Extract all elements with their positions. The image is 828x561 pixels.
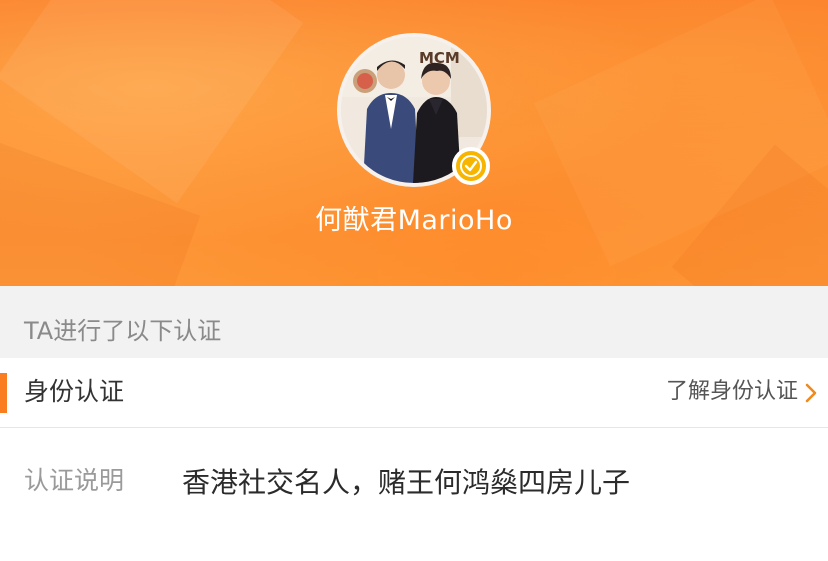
description-label: 认证说明 <box>24 466 125 495</box>
chevron-right-icon[interactable] <box>802 382 820 404</box>
verification-row[interactable]: 身份认证 了解身份认证 <box>0 358 828 428</box>
username: 何猷君MarioHo <box>315 205 513 236</box>
profile-header: MCM 何猷君MarioHo <box>0 0 828 286</box>
description-text: 香港社交名人，赌王何鸿燊四房儿子 <box>182 466 631 499</box>
profile-verification-page: MCM 何猷君MarioHo TA进行了以下认证 身份认证 了解身份认证 认证说… <box>0 0 828 561</box>
accent-bar <box>0 373 7 413</box>
verified-badge <box>452 147 490 185</box>
verification-type-label: 身份认证 <box>24 377 125 406</box>
learn-more-link[interactable]: 了解身份认证 <box>666 376 798 408</box>
verified-checkmark-icon <box>460 155 482 177</box>
section-title: TA进行了以下认证 <box>24 317 222 345</box>
